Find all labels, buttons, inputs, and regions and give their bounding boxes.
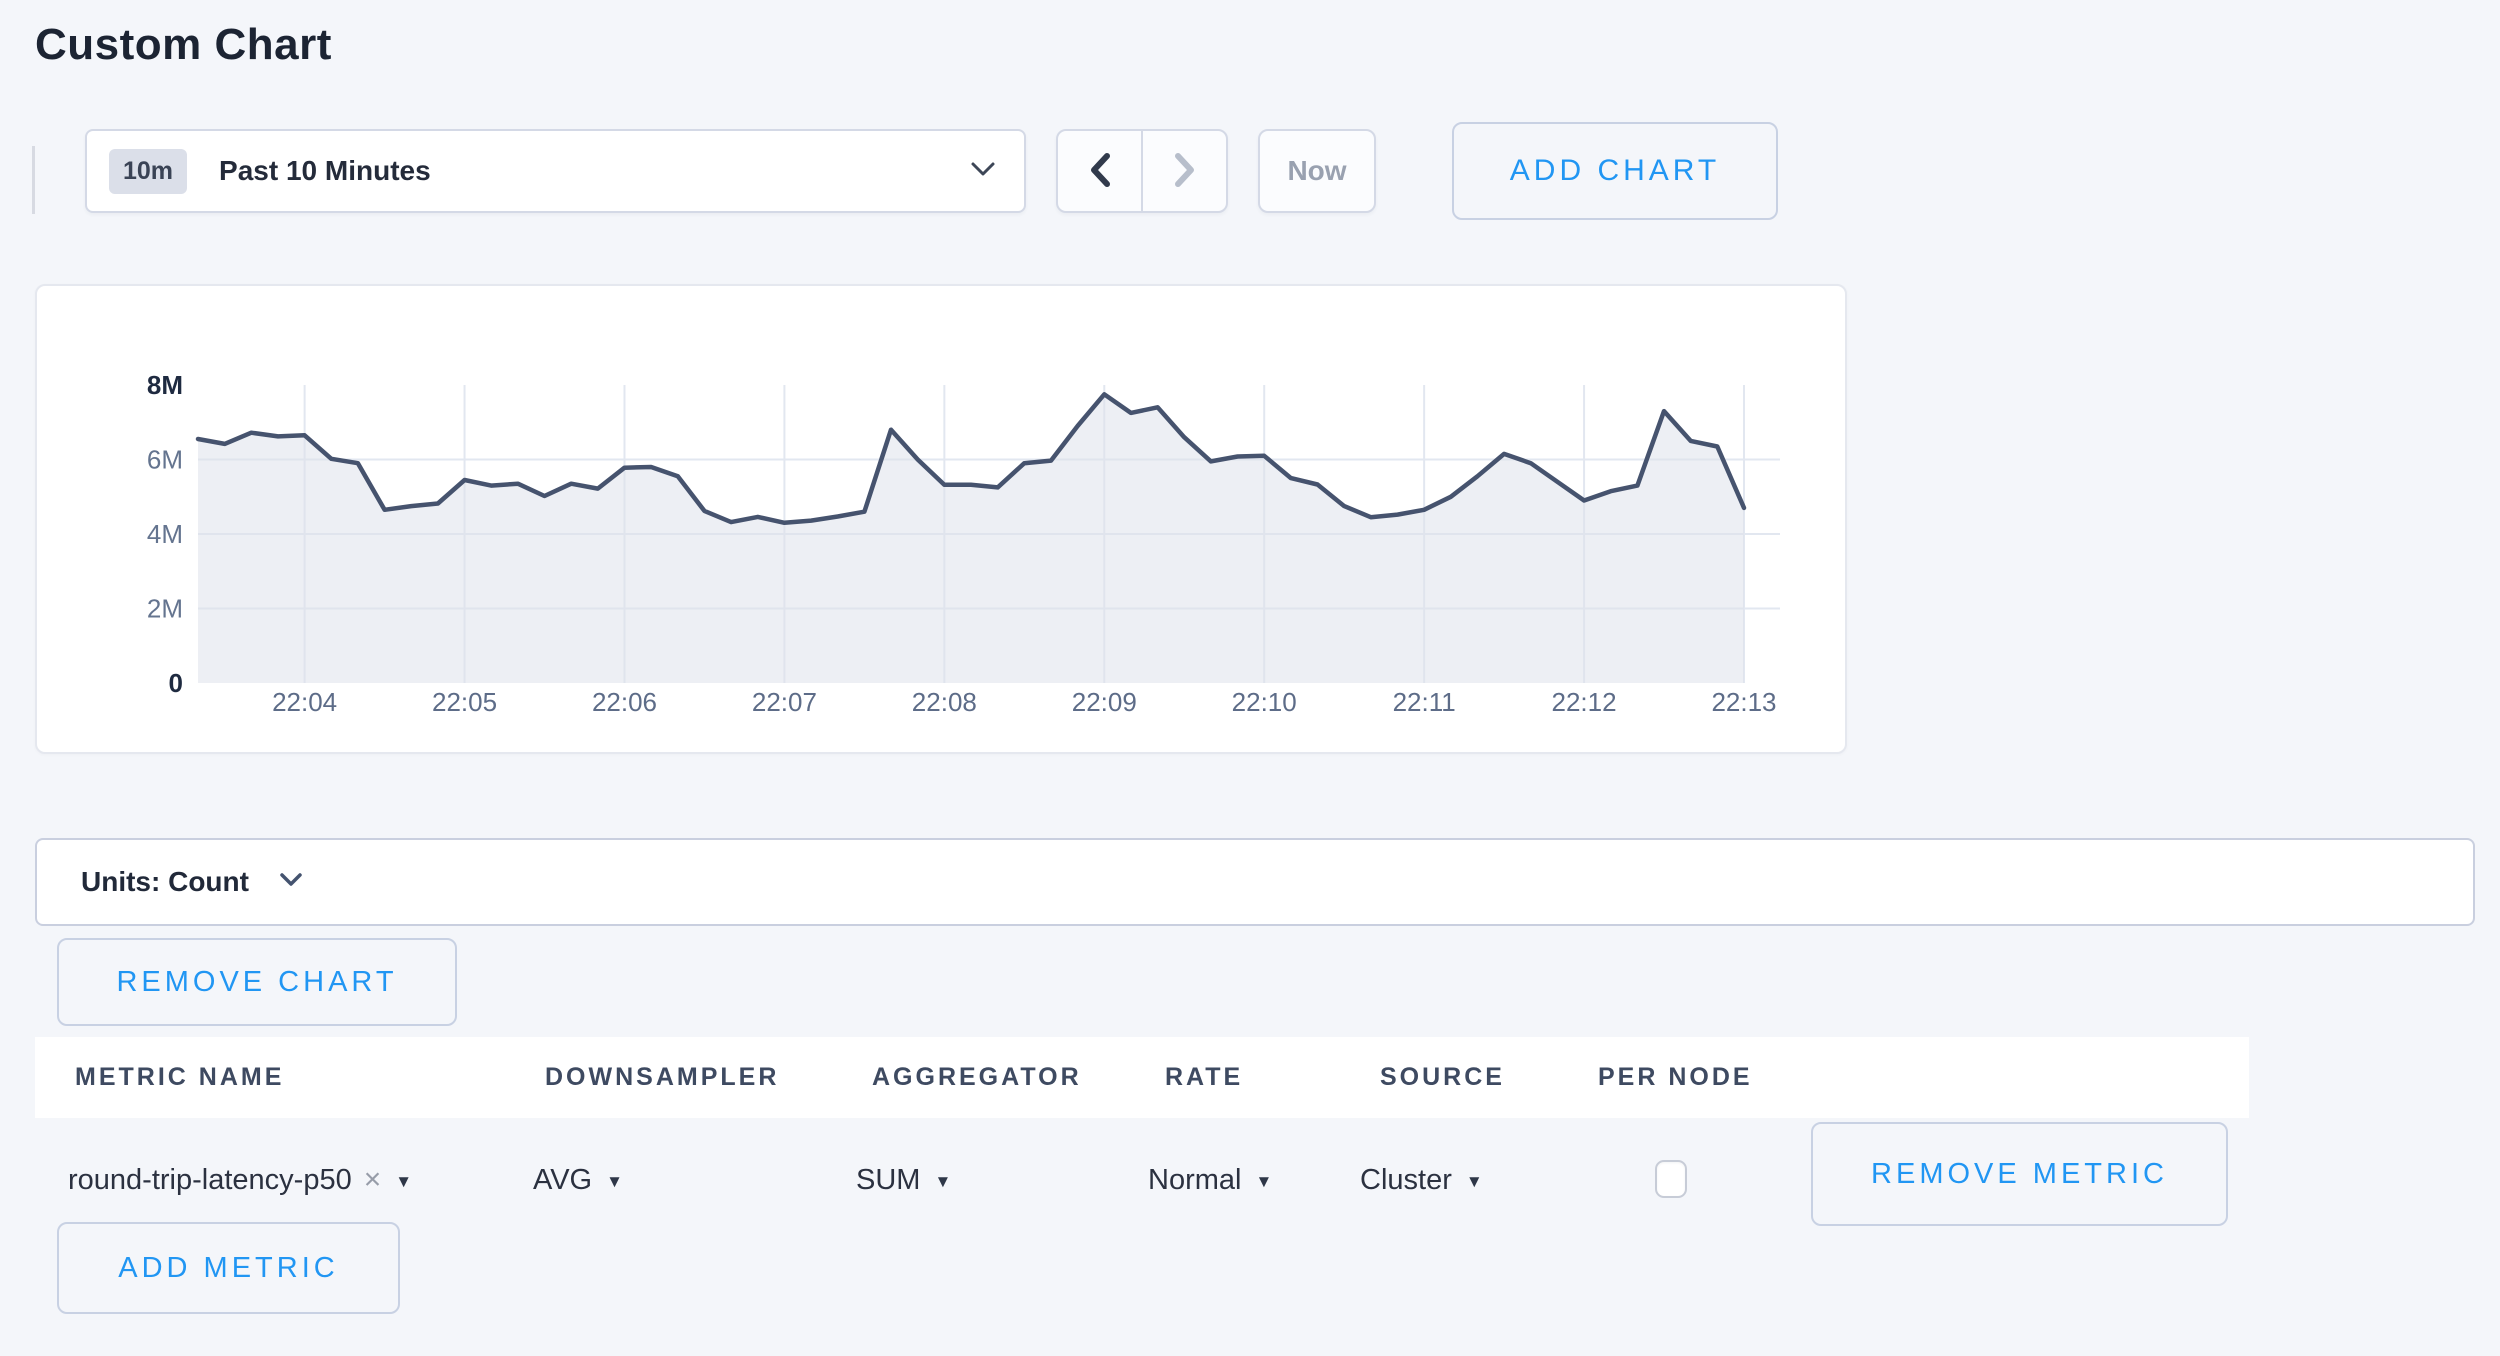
svg-text:22:06: 22:06 [592, 687, 657, 717]
downsampler-value: AVG [533, 1164, 592, 1197]
time-window-badge: 10m [109, 149, 187, 194]
now-button[interactable]: Now [1258, 129, 1376, 213]
source-dropdown[interactable]: Cluster ▼ [1360, 1145, 1483, 1215]
svg-text:4M: 4M [147, 519, 183, 549]
svg-text:0: 0 [169, 668, 183, 698]
toolbar-left-divider [32, 146, 35, 214]
caret-down-icon: ▼ [1255, 1172, 1272, 1192]
svg-text:22:13: 22:13 [1711, 687, 1776, 717]
column-header-metric-name: METRIC NAME [75, 1037, 284, 1118]
chevron-down-icon [970, 161, 996, 182]
chevron-down-icon [279, 872, 303, 892]
svg-text:22:12: 22:12 [1552, 687, 1617, 717]
downsampler-dropdown[interactable]: AVG ▼ [533, 1145, 623, 1215]
svg-text:22:10: 22:10 [1232, 687, 1297, 717]
aggregator-value: SUM [856, 1164, 920, 1197]
column-header-aggregator: AGGREGATOR [872, 1037, 1082, 1118]
remove-metric-button[interactable]: REMOVE METRIC [1811, 1122, 2228, 1226]
column-header-downsampler: DOWNSAMPLER [545, 1037, 779, 1118]
svg-text:22:04: 22:04 [272, 687, 337, 717]
clear-metric-icon[interactable]: × [364, 1163, 382, 1197]
column-header-source: SOURCE [1380, 1037, 1505, 1118]
column-header-per-node: PER NODE [1598, 1037, 1753, 1118]
units-label: Units: Count [81, 866, 249, 898]
add-chart-button[interactable]: ADD CHART [1452, 122, 1778, 220]
svg-text:22:08: 22:08 [912, 687, 977, 717]
metrics-table-header: METRIC NAME DOWNSAMPLER AGGREGATOR RATE … [35, 1037, 2249, 1118]
time-window-dropdown[interactable]: 10m Past 10 Minutes [85, 129, 1026, 213]
svg-text:22:05: 22:05 [432, 687, 497, 717]
caret-down-icon: ▼ [395, 1172, 412, 1192]
svg-text:22:09: 22:09 [1072, 687, 1137, 717]
source-value: Cluster [1360, 1164, 1452, 1197]
chevron-right-icon [1171, 152, 1199, 191]
time-forward-button[interactable] [1141, 131, 1226, 211]
time-window-label: Past 10 Minutes [219, 155, 431, 187]
per-node-checkbox[interactable] [1655, 1160, 1687, 1198]
chart-card: 8M 6M 4M 2M 0 22:04 22:05 22:06 22:07 22:08 22:09 2… [35, 284, 1847, 754]
aggregator-dropdown[interactable]: SUM ▼ [856, 1145, 951, 1215]
units-dropdown[interactable]: Units: Count [35, 838, 2475, 926]
rate-dropdown[interactable]: Normal ▼ [1148, 1145, 1272, 1215]
caret-down-icon: ▼ [1466, 1172, 1483, 1192]
caret-down-icon: ▼ [934, 1172, 951, 1192]
svg-text:22:11: 22:11 [1393, 687, 1456, 717]
column-header-rate: RATE [1165, 1037, 1243, 1118]
rate-value: Normal [1148, 1164, 1241, 1197]
svg-text:6M: 6M [147, 445, 183, 475]
page-title: Custom Chart [35, 20, 332, 70]
chevron-left-icon [1086, 152, 1114, 191]
svg-text:2M: 2M [147, 594, 183, 624]
metric-area-chart[interactable]: 8M 6M 4M 2M 0 22:04 22:05 22:06 22:07 22:08 22:09 2… [37, 286, 1845, 752]
time-nav-group [1056, 129, 1228, 213]
time-back-button[interactable] [1058, 131, 1141, 211]
svg-text:22:07: 22:07 [752, 687, 817, 717]
caret-down-icon: ▼ [606, 1172, 623, 1192]
metric-name-dropdown[interactable]: round-trip-latency-p50 × ▼ [68, 1145, 412, 1215]
metric-name-value: round-trip-latency-p50 [68, 1164, 352, 1197]
remove-chart-button[interactable]: REMOVE CHART [57, 938, 457, 1026]
add-metric-button[interactable]: ADD METRIC [57, 1222, 400, 1314]
svg-text:8M: 8M [147, 370, 183, 400]
